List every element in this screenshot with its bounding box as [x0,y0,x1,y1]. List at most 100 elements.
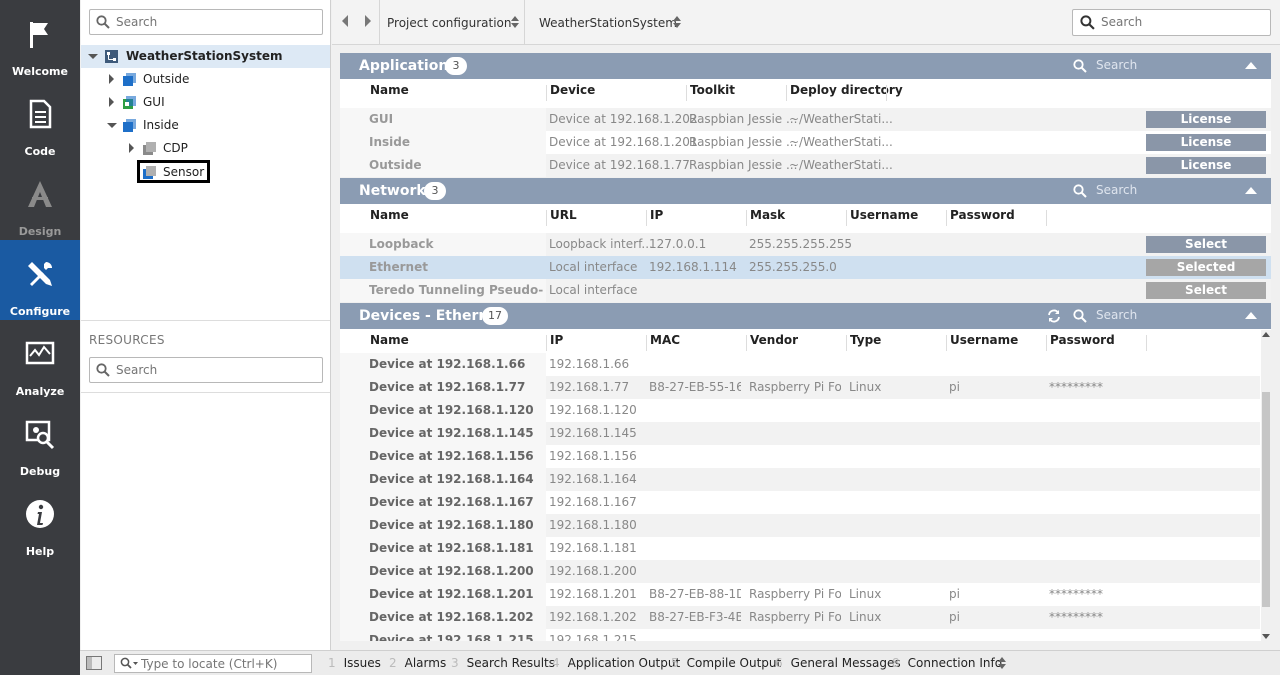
section-search-placeholder[interactable]: Search [1096,308,1137,322]
collapse-up-icon[interactable] [1245,187,1257,194]
table-row[interactable]: Device at 192.168.1.156 192.168.1.156 [340,445,1260,468]
table-row[interactable]: Teredo Tunneling Pseudo-Int... Local int… [340,279,1271,302]
column-header[interactable]: Username [850,208,918,228]
license-button[interactable]: License [1146,134,1266,151]
column-header[interactable]: Name [370,333,409,353]
table-row[interactable]: Inside Device at 192.168.1.201 Raspbian … [340,131,1271,154]
expand-arrow-icon[interactable] [109,74,114,84]
tree-item-outside[interactable]: Outside [81,68,330,91]
toolbar-search-box[interactable] [1072,9,1271,36]
table-row[interactable]: Device at 192.168.1.202 192.168.1.202 B8-2… [340,606,1260,629]
tree-item-gui[interactable]: GUI [81,91,330,114]
mode-configure[interactable]: Configure [0,240,80,320]
section-header[interactable]: Applications 3 Search [340,53,1271,79]
network-url: Loopback interf... [549,237,653,251]
locator-box[interactable] [114,654,312,673]
select-button[interactable]: Select [1146,282,1266,299]
mode-debug[interactable]: Debug [0,400,80,480]
expand-arrow-icon[interactable] [129,143,134,153]
collapse-up-icon[interactable] [1245,62,1257,69]
mode-code[interactable]: Code [0,80,80,160]
toolbar-search-input[interactable] [1101,13,1261,31]
tab-application-output[interactable]: 4 Application Output [552,656,680,670]
scroll-thumb[interactable] [1262,392,1270,607]
mode-analyze[interactable]: Analyze [0,320,80,400]
table-row[interactable]: Device at 192.168.1.164 192.168.1.164 [340,468,1260,491]
resources-search-input[interactable] [116,361,296,379]
select-button[interactable]: Select [1146,236,1266,253]
column-header[interactable]: Mask [750,208,785,228]
table-row[interactable]: Device at 192.168.1.120 192.168.1.120 [340,399,1260,422]
table-row[interactable]: Device at 192.168.1.181 192.168.1.181 [340,537,1260,560]
tree-search-box[interactable] [89,9,323,35]
table-row[interactable]: Outside Device at 192.168.1.77 Raspbian … [340,154,1271,177]
scroll-up-icon[interactable] [1262,332,1270,337]
selected-button[interactable]: Selected [1146,259,1266,276]
updown-arrows-icon[interactable] [673,14,681,30]
table-row[interactable]: Device at 192.168.1.167 192.168.1.167 [340,491,1260,514]
column-header[interactable]: Type [850,333,881,353]
column-header[interactable]: Name [370,208,409,228]
table-row[interactable]: Device at 192.168.1.180 192.168.1.180 [340,514,1260,537]
mode-help[interactable]: Help [0,480,80,560]
updown-arrows-icon[interactable] [511,14,519,30]
column-header[interactable]: Device [550,83,595,103]
tab-compile-output[interactable]: 5 Compile Output [671,656,781,670]
column-header[interactable]: IP [650,208,663,228]
table-row[interactable]: Loopback Loopback interf... 127.0.0.1 25… [340,233,1271,256]
breadcrumb-project-configuration[interactable]: Project configuration [387,16,511,30]
toggle-sidebar-icon[interactable] [86,656,102,670]
locator-input[interactable] [141,656,306,671]
table-row-selected[interactable]: Ethernet Local interface 192.168.1.114 2… [340,256,1271,279]
tree-item-root[interactable]: WeatherStationSystem [81,45,330,68]
column-header[interactable]: Toolkit [690,83,735,103]
refresh-icon[interactable] [1047,309,1061,323]
table-row[interactable]: Device at 192.168.1.145 192.168.1.145 [340,422,1260,445]
license-button[interactable]: License [1146,157,1266,174]
tree-search-input[interactable] [116,13,296,31]
tree-item-cdp[interactable]: CDP [81,137,330,160]
resources-search-box[interactable] [89,357,323,383]
expand-arrow-icon[interactable] [109,97,114,107]
section-header[interactable]: Networks 3 Search [340,178,1271,204]
column-header[interactable]: IP [550,333,563,353]
table-row[interactable]: Device at 192.168.1.201 192.168.1.201 B8-2… [340,583,1260,606]
tree-item-inside[interactable]: Inside [81,114,330,137]
mode-welcome[interactable]: Welcome [0,0,80,80]
search-icon[interactable] [1073,184,1087,198]
scroll-down-icon[interactable] [1262,634,1270,639]
table-row[interactable]: Device at 192.168.1.77 192.168.1.77 B8-27-… [340,376,1260,399]
collapse-arrow-icon[interactable] [107,123,117,128]
forward-arrow-icon[interactable] [365,15,371,27]
column-header[interactable]: Username [950,333,1018,353]
section-search-placeholder[interactable]: Search [1096,183,1137,197]
updown-arrows-icon[interactable] [998,656,1006,670]
table-row[interactable]: Device at 192.168.1.215 192.168.1.215 [340,629,1260,641]
column-header[interactable]: Password [1050,333,1115,353]
section-search-placeholder[interactable]: Search [1096,58,1137,72]
collapse-arrow-icon[interactable] [88,54,98,59]
tab-search-results[interactable]: 3 Search Results [451,656,555,670]
table-row[interactable]: Device at 192.168.1.66 192.168.1.66 [340,353,1260,376]
column-header[interactable]: MAC [650,333,680,353]
column-header[interactable]: URL [550,208,577,228]
breadcrumb-system[interactable]: WeatherStationSystem [539,16,677,30]
license-button[interactable]: License [1146,111,1266,128]
section-header[interactable]: Devices - Ethernet 17 Search [340,303,1271,329]
tree-item-sensor[interactable]: Sensor [81,159,330,183]
tab-general-messages[interactable]: 6 General Messages [775,656,901,670]
collapse-up-icon[interactable] [1245,312,1257,319]
column-header[interactable]: Name [370,83,409,103]
tab-connection-info[interactable]: 8 Connection Info [892,656,1002,670]
search-icon[interactable] [1073,59,1087,73]
tab-alarms[interactable]: 2 Alarms [389,656,446,670]
tab-issues[interactable]: 1 Issues [328,656,381,670]
devices-scrollbar[interactable] [1261,330,1271,641]
table-row[interactable]: Device at 192.168.1.200 192.168.1.200 [340,560,1260,583]
column-header[interactable]: Password [950,208,1015,228]
search-icon[interactable] [1073,309,1087,323]
column-header[interactable]: Vendor [750,333,798,353]
mode-design[interactable]: Design [0,160,80,240]
table-row[interactable]: GUI Device at 192.168.1.202 Raspbian Jes… [340,108,1271,131]
back-arrow-icon[interactable] [342,15,348,27]
